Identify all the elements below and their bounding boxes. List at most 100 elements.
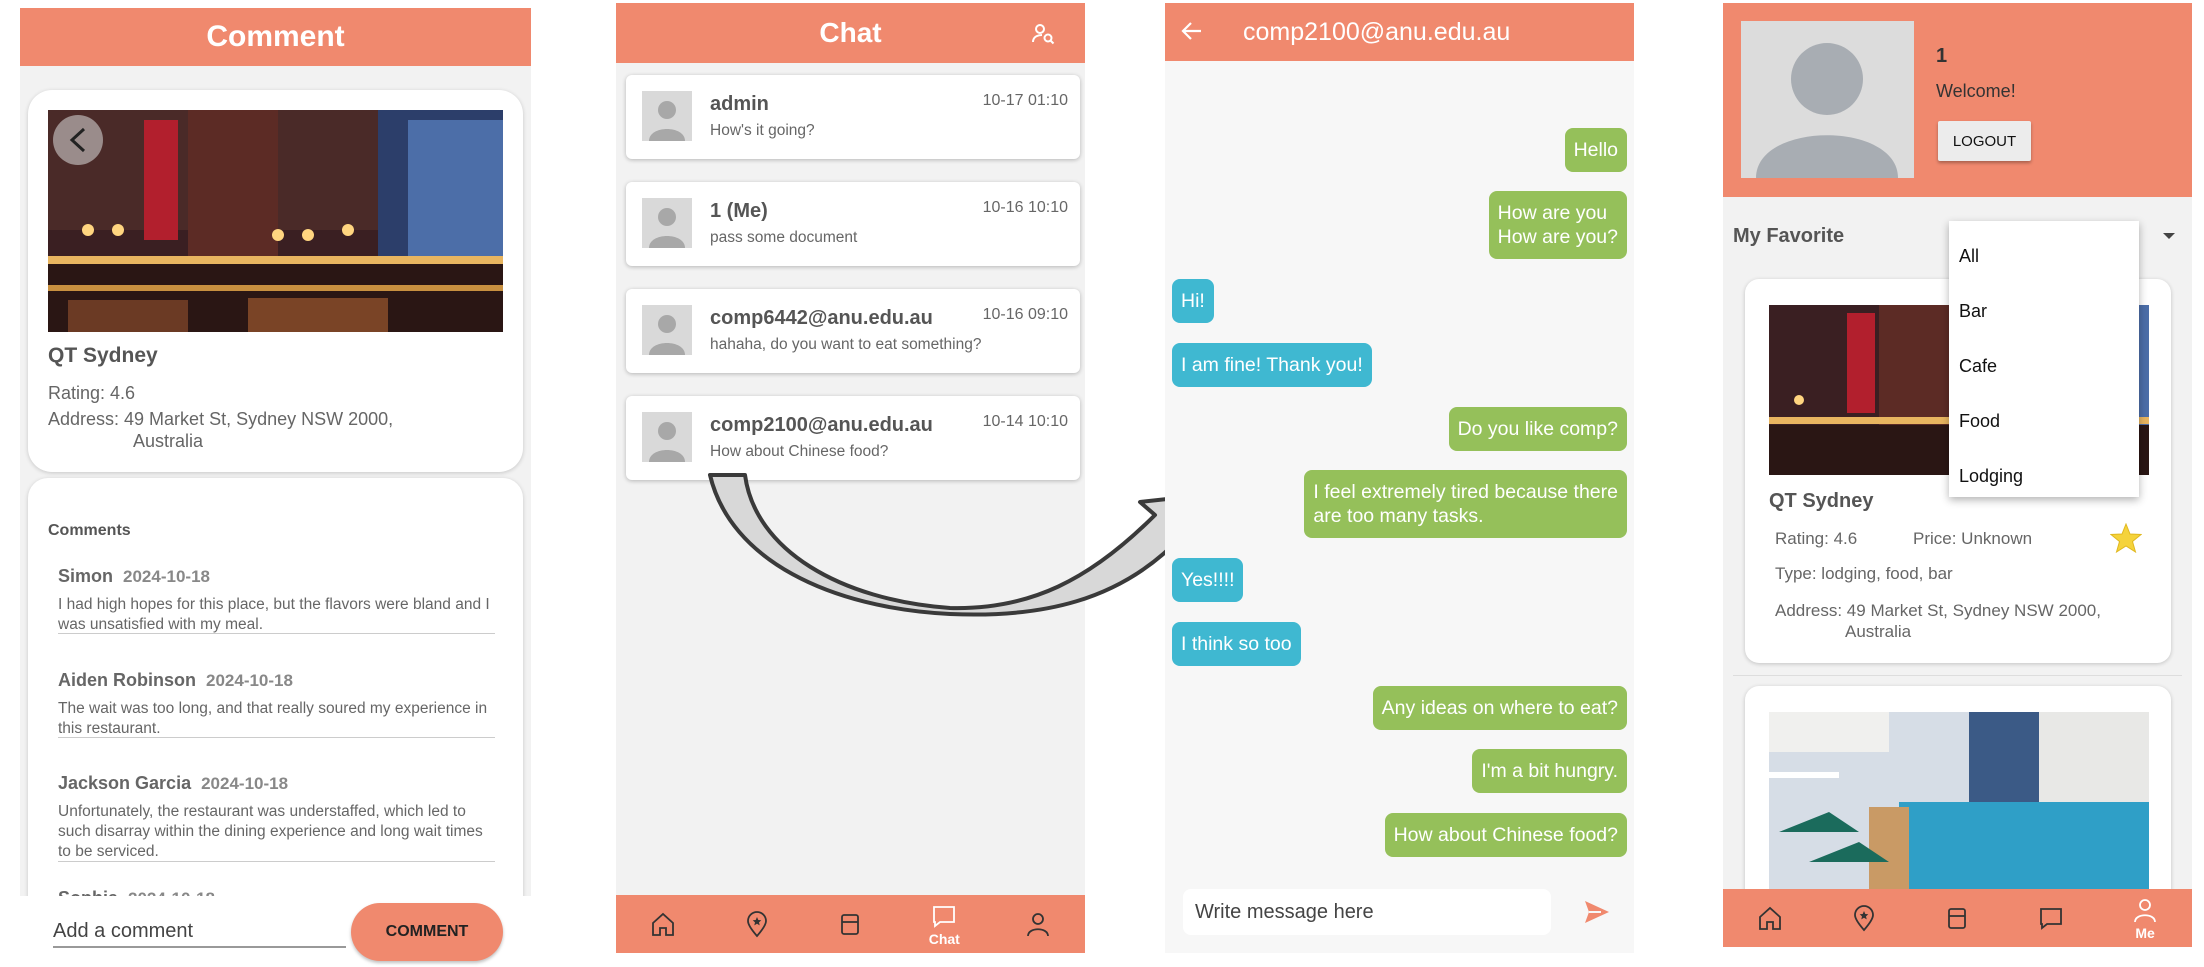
home-icon <box>651 912 674 936</box>
chevron-down-icon[interactable] <box>2163 233 2175 239</box>
filter-option-lodging[interactable]: Lodging <box>1949 449 2139 504</box>
chat-list-item[interactable]: 1 (Me) pass some document 10-16 10:10 <box>626 182 1080 266</box>
conversation-header: comp2100@anu.edu.au <box>1165 3 1634 61</box>
comment-author: Aiden Robinson <box>58 670 196 690</box>
chat-time: 10-16 10:10 <box>982 199 1068 216</box>
comment-composer: COMMENT <box>20 896 531 967</box>
filter-option-bar[interactable]: Bar <box>1949 284 2139 339</box>
comment-item: Simon 2024-10-18 I had high hopes for thi… <box>58 566 495 634</box>
comment-text: I had high hopes for this place, but the… <box>58 596 490 633</box>
tab-profile[interactable] <box>991 895 1085 953</box>
chat-preview: hahaha, do you want to eat something? <box>710 336 982 353</box>
back-button[interactable] <box>53 115 103 165</box>
avatar <box>642 91 692 141</box>
tab-chat-label: Chat <box>928 931 960 947</box>
chevron-left-icon <box>69 127 86 153</box>
comments-section: Comments Simon 2024-10-18 I had high hope… <box>28 478 523 967</box>
outgoing-message: How about Chinese food? <box>1384 813 1627 857</box>
tab-archive[interactable] <box>1911 889 2005 947</box>
place-address: Address: 49 Market St, Sydney NSW 2000, … <box>48 408 488 452</box>
avatar <box>642 412 692 462</box>
chat-time: 10-14 10:10 <box>982 413 1068 430</box>
incoming-message: Yes!!!! <box>1172 558 1244 602</box>
tab-chat[interactable]: Chat <box>897 895 991 953</box>
person-icon <box>1027 913 1049 937</box>
bottom-tab-bar: Chat <box>616 895 1085 953</box>
incoming-message: I think so too <box>1172 622 1301 666</box>
user-search-icon[interactable] <box>1031 21 1055 53</box>
comment-date: 2024-10-18 <box>201 774 289 793</box>
favorite-card[interactable] <box>1745 686 2171 906</box>
send-icon[interactable] <box>1583 899 1611 930</box>
place-name: QT Sydney <box>48 344 158 367</box>
address-line-1: Address: 49 Market St, Sydney NSW 2000, <box>1775 601 2101 620</box>
conversation-title: comp2100@anu.edu.au <box>1243 18 1511 46</box>
username: 1 <box>1936 45 1948 67</box>
comment-input[interactable] <box>53 916 346 948</box>
outgoing-message: Any ideas on where to eat? <box>1372 686 1627 730</box>
tab-profile-label: Me <box>2135 925 2155 941</box>
chat-icon <box>933 906 956 928</box>
filter-option-all[interactable]: All <box>1949 229 2139 284</box>
comment-header: Comment <box>20 8 531 66</box>
page-title: Chat <box>819 17 882 48</box>
message-input[interactable] <box>1183 889 1551 935</box>
comment-date: 2024-10-18 <box>206 671 293 690</box>
tab-map[interactable] <box>710 895 804 953</box>
bottom-tab-bar: Me <box>1723 889 2192 947</box>
comment-screen: Comment QT Sydney Rating: 4.6 Address: 4… <box>20 8 531 967</box>
back-arrow-icon[interactable] <box>1181 20 1203 49</box>
filter-option-food[interactable]: Food <box>1949 394 2139 449</box>
favorite-address: Address: 49 Market St, Sydney NSW 2000, … <box>1775 600 2101 642</box>
tab-home[interactable] <box>1723 889 1817 947</box>
archive-icon <box>1948 908 1967 929</box>
place-rating: Rating: 4.6 <box>48 383 136 403</box>
tab-archive[interactable] <box>804 895 898 953</box>
chat-list-item[interactable]: comp6442@anu.edu.au hahaha, do you want … <box>626 289 1080 373</box>
tab-home[interactable] <box>616 895 710 953</box>
person-icon <box>2134 899 2156 923</box>
star-icon[interactable] <box>2109 522 2143 558</box>
favorite-type: Type: lodging, food, bar <box>1775 564 1953 583</box>
filter-dropdown: All Bar Cafe Food Lodging <box>1949 221 2139 497</box>
chat-name: comp6442@anu.edu.au <box>710 307 933 329</box>
favorites-title: My Favorite <box>1733 225 1845 247</box>
place-photo <box>48 110 503 332</box>
archive-icon <box>841 914 860 935</box>
comment-author: Simon <box>58 566 114 586</box>
chat-list-item[interactable]: comp2100@anu.edu.au How about Chinese fo… <box>626 396 1080 480</box>
outgoing-message: Hello <box>1564 128 1627 172</box>
outgoing-message: How are you How are you? <box>1488 191 1627 259</box>
logout-button[interactable]: LOGOUT <box>1938 121 2031 161</box>
conversation-screen: comp2100@anu.edu.au Hello How are you Ho… <box>1165 3 1634 953</box>
address-line-2: Australia <box>133 431 204 451</box>
tab-chat[interactable] <box>2004 889 2098 947</box>
chat-header: Chat <box>616 3 1085 63</box>
flow-arrow-icon <box>708 473 1197 617</box>
incoming-message: Hi! <box>1172 279 1214 323</box>
comment-author: Jackson Garcia <box>58 773 192 793</box>
profile-screen: 1 Welcome! LOGOUT My Favorite QT Sydney … <box>1723 3 2192 947</box>
comment-button[interactable]: COMMENT <box>351 903 503 961</box>
favorite-name: QT Sydney <box>1769 490 1874 512</box>
tab-profile[interactable]: Me <box>2098 889 2192 947</box>
favorite-rating: Rating: 4.6 <box>1775 529 1858 548</box>
address-line-1: Address: 49 Market St, Sydney NSW 2000, <box>48 409 394 429</box>
filter-option-cafe[interactable]: Cafe <box>1949 339 2139 394</box>
outgoing-message: Do you like comp? <box>1448 407 1627 451</box>
avatar <box>642 305 692 355</box>
favorite-photo <box>1769 712 2149 892</box>
page-title: Comment <box>206 20 345 53</box>
avatar <box>642 198 692 248</box>
chat-list-item[interactable]: admin How's it going? 10-17 01:10 <box>626 75 1080 159</box>
home-icon <box>1758 906 1781 930</box>
comment-date: 2024-10-18 <box>123 567 210 586</box>
tab-map[interactable] <box>1817 889 1911 947</box>
chat-time: 10-16 09:10 <box>982 306 1068 323</box>
avatar <box>1741 21 1914 178</box>
chat-icon <box>2040 908 2063 930</box>
divider <box>1733 675 2182 676</box>
place-card: QT Sydney Rating: 4.6 Address: 49 Market… <box>28 90 523 472</box>
message-composer <box>1165 875 1634 953</box>
address-line-2: Australia <box>1845 622 1912 641</box>
